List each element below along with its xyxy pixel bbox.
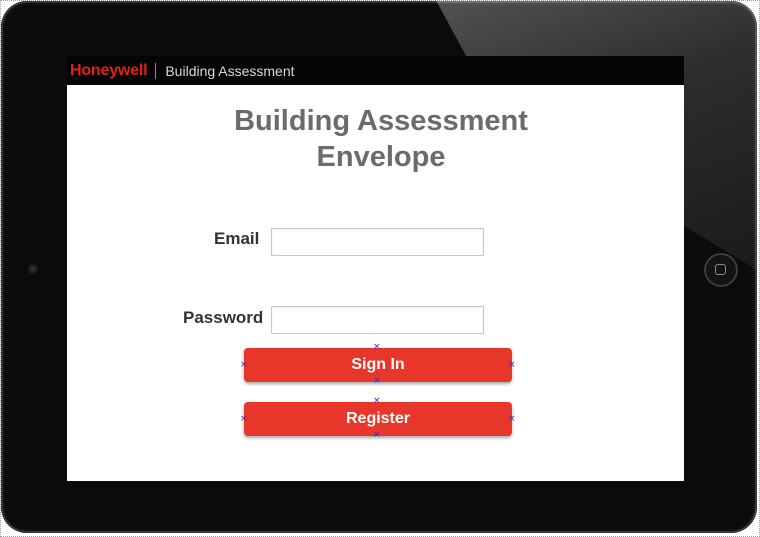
selection-handle-icon: × xyxy=(508,414,516,424)
home-button[interactable] xyxy=(704,253,738,287)
password-label: Password xyxy=(183,308,264,327)
app-screen: Honeywell Building Assessment Building A… xyxy=(67,56,684,481)
page-title: Building Assessment Envelope xyxy=(67,103,684,175)
page-title-line2: Envelope xyxy=(316,141,446,173)
tablet-frame: Honeywell Building Assessment Building A… xyxy=(1,1,757,533)
header-title: Building Assessment xyxy=(165,62,295,79)
selection-handle-icon: × xyxy=(373,430,381,440)
selection-handle-icon: × xyxy=(240,414,248,424)
selection-handle-icon: × xyxy=(373,342,381,352)
email-label: Email xyxy=(214,229,260,248)
page-title-line1: Building Assessment xyxy=(234,105,528,137)
selection-handle-icon: × xyxy=(373,396,381,406)
selection-handle-icon: × xyxy=(240,360,248,370)
email-field[interactable] xyxy=(271,228,484,256)
selection-handle-icon: × xyxy=(373,376,381,386)
password-field[interactable] xyxy=(271,306,484,334)
app-header: Honeywell Building Assessment xyxy=(67,56,684,85)
camera-icon xyxy=(28,264,38,274)
honeywell-logo: Honeywell xyxy=(70,61,148,79)
selection-handle-icon: × xyxy=(508,360,516,370)
header-divider xyxy=(155,62,157,79)
